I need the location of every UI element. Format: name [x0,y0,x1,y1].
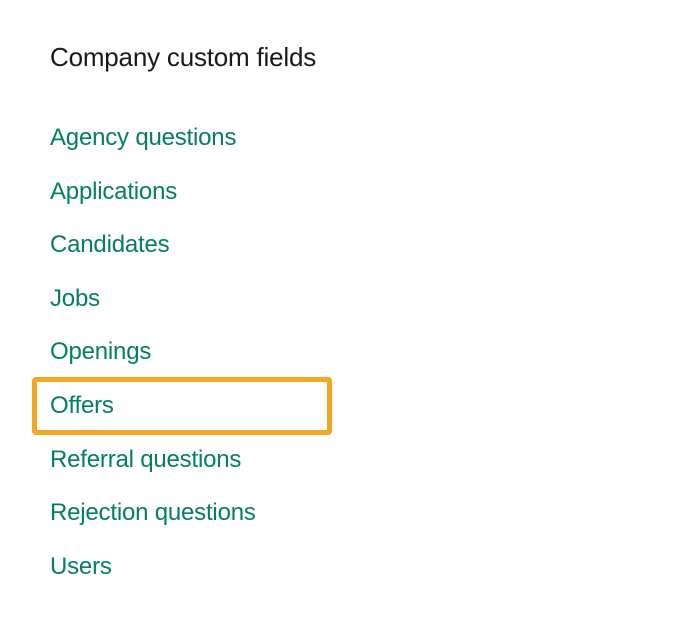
nav-item-openings: Openings [50,325,626,379]
custom-fields-nav-list: Agency questions Applications Candidates… [50,111,626,593]
nav-link-applications[interactable]: Applications [50,165,177,219]
nav-link-candidates[interactable]: Candidates [50,218,169,272]
nav-item-agency-questions: Agency questions [50,111,626,165]
nav-link-offers[interactable]: Offers [50,379,114,433]
highlight-wrapper: Offers [50,379,114,433]
nav-link-openings[interactable]: Openings [50,325,151,379]
nav-link-rejection-questions[interactable]: Rejection questions [50,486,256,540]
section-heading: Company custom fields [50,42,626,73]
nav-link-jobs[interactable]: Jobs [50,272,100,326]
nav-item-candidates: Candidates [50,218,626,272]
nav-link-users[interactable]: Users [50,540,112,594]
nav-item-users: Users [50,540,626,594]
nav-link-referral-questions[interactable]: Referral questions [50,433,241,487]
nav-item-jobs: Jobs [50,272,626,326]
nav-link-agency-questions[interactable]: Agency questions [50,111,236,165]
nav-item-applications: Applications [50,165,626,219]
nav-item-referral-questions: Referral questions [50,433,626,487]
nav-item-rejection-questions: Rejection questions [50,486,626,540]
nav-item-offers: Offers [50,379,626,433]
